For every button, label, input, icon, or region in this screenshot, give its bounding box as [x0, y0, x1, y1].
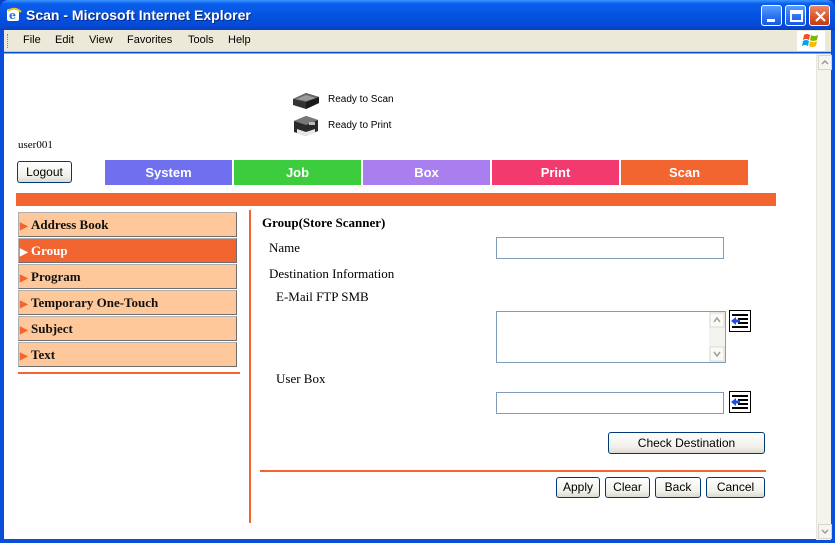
menu-edit[interactable]: Edit: [55, 34, 74, 46]
sidebar-item-label: Address Book: [31, 217, 109, 232]
menu-bar: File Edit View Favorites Tools Help: [4, 30, 831, 52]
printer-icon: [294, 116, 318, 136]
sidebar-item-label: Subject: [31, 321, 73, 336]
menu-help[interactable]: Help: [228, 34, 251, 46]
email-ftp-smb-textarea[interactable]: [496, 311, 726, 363]
triangle-right-icon: ▶: [20, 273, 28, 284]
page-scrollbar[interactable]: [816, 54, 832, 540]
user-box-label: User Box: [276, 371, 326, 386]
minimize-button[interactable]: [761, 5, 782, 26]
menu-tools[interactable]: Tools: [188, 34, 214, 46]
page-viewport: Ready to Scan Ready to Print user001 Log…: [4, 53, 832, 540]
close-icon: [815, 11, 826, 22]
cancel-button[interactable]: Cancel: [706, 477, 765, 498]
browser-window: e Scan - Microsoft Internet Explorer Fil…: [0, 0, 835, 543]
address-book-icon[interactable]: [729, 310, 751, 332]
sidebar-item-label: Temporary One-Touch: [31, 295, 159, 310]
destination-info-label: Destination Information: [269, 266, 395, 281]
tab-system[interactable]: System: [105, 160, 233, 185]
sidebar-item-address-book[interactable]: ▶ Address Book: [18, 212, 237, 237]
maximize-button[interactable]: [785, 5, 806, 26]
logout-button[interactable]: Logout: [17, 161, 72, 183]
close-button[interactable]: [809, 5, 830, 26]
sidebar-item-temporary-one-touch[interactable]: ▶ Temporary One-Touch: [18, 290, 237, 315]
triangle-right-icon: ▶: [20, 221, 28, 232]
triangle-right-icon: ▶: [20, 299, 28, 310]
scroll-up-button[interactable]: [818, 55, 832, 70]
header-divider: [16, 193, 776, 206]
scanner-icon: [293, 93, 319, 109]
scroll-down-button[interactable]: [818, 524, 832, 539]
user-box-lookup-icon[interactable]: [729, 391, 751, 413]
tab-box[interactable]: Box: [363, 160, 491, 185]
actions-divider: [260, 470, 766, 472]
menu-favorites[interactable]: Favorites: [127, 34, 172, 46]
sidebar-item-group[interactable]: ▶ Group: [18, 238, 237, 263]
internet-explorer-icon: e: [7, 7, 22, 22]
page-title: Group(Store Scanner): [262, 215, 386, 230]
sidebar-item-label: Program: [31, 269, 81, 284]
email-ftp-smb-label: E-Mail FTP SMB: [276, 289, 369, 304]
content-divider: [249, 210, 251, 523]
name-input[interactable]: [496, 237, 724, 259]
svg-text:e: e: [9, 9, 16, 22]
user-name: user001: [18, 139, 53, 151]
sidebar-item-program[interactable]: ▶ Program: [18, 264, 237, 289]
page-content: Ready to Scan Ready to Print user001 Log…: [4, 54, 816, 540]
tab-job[interactable]: Job: [234, 160, 362, 185]
maximize-icon: [790, 10, 803, 22]
print-status-text: Ready to Print: [328, 120, 392, 131]
clear-button[interactable]: Clear: [605, 477, 650, 498]
title-bar[interactable]: e Scan - Microsoft Internet Explorer: [0, 0, 835, 30]
minimize-icon: [767, 19, 775, 22]
apply-button[interactable]: Apply: [556, 477, 600, 498]
window-title: Scan - Microsoft Internet Explorer: [26, 7, 251, 23]
menu-view[interactable]: View: [89, 34, 113, 46]
scan-status-text: Ready to Scan: [328, 94, 394, 105]
chevron-up-icon: [821, 59, 829, 65]
back-button[interactable]: Back: [655, 477, 701, 498]
user-box-input[interactable]: [496, 392, 724, 414]
tab-scan[interactable]: Scan: [621, 160, 749, 185]
sidebar-item-label: Text: [31, 347, 56, 362]
sidebar-divider: [18, 372, 240, 374]
scroll-arrows-icon: [709, 312, 725, 362]
name-label: Name: [269, 240, 301, 255]
check-destination-button[interactable]: Check Destination: [608, 432, 765, 454]
triangle-right-icon: ▶: [20, 351, 28, 362]
sidebar-item-text[interactable]: ▶ Text: [18, 342, 237, 367]
sidebar-item-label: Group: [31, 243, 68, 258]
tab-print[interactable]: Print: [492, 160, 620, 185]
textarea-scrollbar[interactable]: [709, 312, 725, 362]
windows-logo-icon: [797, 31, 825, 51]
triangle-right-icon: ▶: [20, 247, 28, 258]
sidebar-item-subject[interactable]: ▶ Subject: [18, 316, 237, 341]
menu-file[interactable]: File: [23, 34, 41, 46]
triangle-right-icon: ▶: [20, 325, 28, 336]
chevron-down-icon: [821, 529, 829, 535]
toolbar-grip[interactable]: [7, 34, 10, 48]
